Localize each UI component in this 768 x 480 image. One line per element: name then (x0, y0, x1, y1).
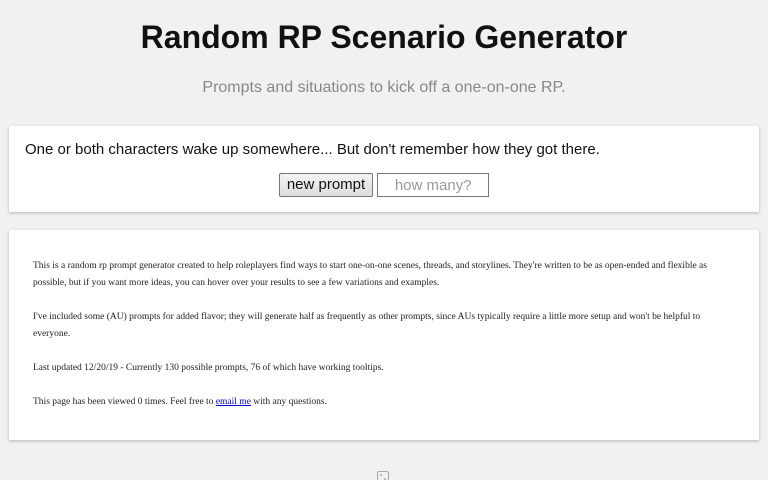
info-body: This is a random rp prompt generator cre… (33, 258, 737, 428)
prompt-controls: new prompt (9, 173, 759, 197)
email-link[interactable]: email me (216, 397, 251, 407)
info-paragraph-au: I've included some (AU) prompts for adde… (33, 312, 701, 339)
views-text-prefix: This page has been viewed 0 times. Feel … (33, 397, 216, 407)
page-title: Random RP Scenario Generator (140, 19, 628, 55)
prompt-card: One or both characters wake up somewhere… (9, 126, 759, 212)
page: Random RP Scenario Generator Prompts and… (0, 0, 768, 480)
dice-icon (377, 471, 389, 480)
page-subtitle: Prompts and situations to kick off a one… (202, 79, 566, 96)
prompt-text: One or both characters wake up somewhere… (25, 141, 600, 158)
info-card: This is a random rp prompt generator cre… (9, 230, 759, 440)
new-prompt-button[interactable]: new prompt (278, 173, 374, 197)
views-text-suffix: with any questions. (250, 397, 327, 407)
how-many-input[interactable] (377, 173, 490, 197)
info-paragraph-views: This page has been viewed 0 times. Feel … (33, 394, 737, 411)
info-paragraph-intro: This is a random rp prompt generator cre… (33, 261, 707, 288)
info-paragraph-updated: Last updated 12/20/19 - Currently 130 po… (33, 363, 384, 373)
